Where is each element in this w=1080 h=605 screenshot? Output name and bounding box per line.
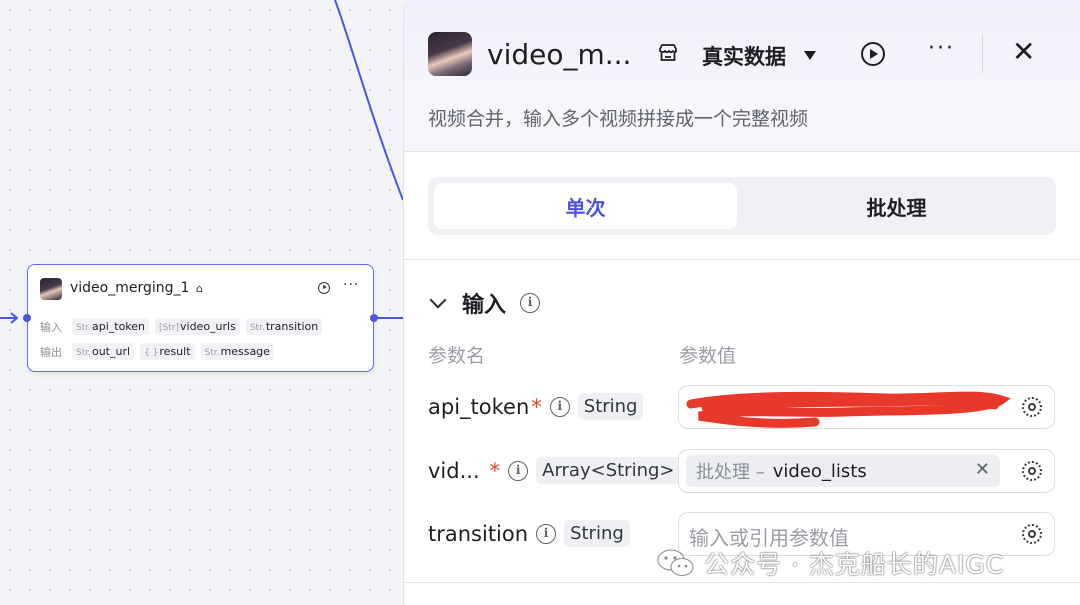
- divider: [404, 259, 1080, 260]
- section-title: 输入: [462, 293, 507, 318]
- chevron-down-icon[interactable]: [804, 51, 816, 60]
- node-input-port[interactable]: [23, 314, 31, 322]
- param-type-badge: String: [564, 520, 630, 547]
- watermark: 公众号 · 杰克船长的AIGC: [656, 545, 1004, 581]
- node-output-pill: Str.out_url: [72, 343, 135, 360]
- chevron-down-icon[interactable]: [429, 291, 447, 309]
- param-type-badge: Array<String>: [536, 457, 681, 484]
- param-name: api_token * i String: [428, 393, 644, 420]
- reference-prefix: 批处理 –: [696, 462, 765, 483]
- header-divider: [982, 35, 983, 73]
- remove-reference-icon[interactable]: ✕: [975, 459, 990, 480]
- input-section-header[interactable]: 输入 i: [428, 287, 541, 319]
- node-input-label: 输入: [40, 320, 62, 334]
- data-mode-select[interactable]: 真实数据: [702, 41, 786, 71]
- workflow-canvas[interactable]: video_merging_1 ⌂ ··· 输入 Str.api_token […: [0, 0, 1080, 605]
- panel-title: video_m...: [487, 38, 632, 71]
- node-input-pill: Str.transition: [245, 318, 323, 335]
- column-header-value: 参数值: [679, 345, 737, 367]
- divider: [404, 582, 1080, 583]
- node-more-icon[interactable]: ···: [343, 277, 359, 293]
- param-row-api-token: api_token * i String: [428, 385, 1056, 433]
- settings-gear-icon[interactable]: [1022, 397, 1042, 417]
- settings-gear-icon[interactable]: [1022, 524, 1042, 544]
- param-name: vid... * i Array<String>: [428, 457, 681, 484]
- panel-header: video_m... 真实数据 ··· ✕ 视频合并，输入多个视频拼接成一个完整…: [404, 0, 1080, 152]
- node-output-port[interactable]: [370, 314, 378, 322]
- more-icon[interactable]: ···: [928, 36, 955, 61]
- node-input-pill: [Str]video_urls: [155, 318, 240, 335]
- reference-tag[interactable]: 批处理 – video_lists ✕: [686, 455, 1000, 487]
- api-token-field[interactable]: [678, 385, 1055, 429]
- close-icon[interactable]: ✕: [1012, 38, 1035, 66]
- node-run-icon[interactable]: [318, 282, 330, 294]
- node-detail-panel: video_m... 真实数据 ··· ✕ 视频合并，输入多个视频拼接成一个完整…: [403, 0, 1080, 605]
- node-avatar: [40, 278, 62, 300]
- node-title: video_merging_1: [70, 280, 190, 296]
- node-video-merging[interactable]: video_merging_1 ⌂ ··· 输入 Str.api_token […: [27, 264, 374, 372]
- node-inputs-row: 输入 Str.api_token [Str]video_urls Str.tra…: [40, 318, 323, 335]
- panel-description: 视频合并，输入多个视频拼接成一个完整视频: [428, 108, 809, 130]
- param-name: transition i String: [428, 520, 630, 547]
- tab-single[interactable]: 单次: [434, 183, 737, 229]
- node-output-pill: { }result: [140, 343, 195, 360]
- edge-incoming-arrow: [10, 312, 19, 324]
- node-input-pill: Str.api_token: [72, 318, 150, 335]
- required-marker: *: [489, 458, 501, 483]
- watermark-text: 公众号 · 杰克船长的AIGC: [704, 550, 1005, 579]
- store-icon[interactable]: [657, 42, 679, 64]
- tab-batch[interactable]: 批处理: [743, 183, 1050, 229]
- param-row-video-urls: vid... * i Array<String> 批处理 – video_list…: [428, 449, 1056, 497]
- reference-value: video_lists: [772, 460, 867, 482]
- required-marker: *: [531, 394, 542, 419]
- panel-avatar: [428, 32, 472, 76]
- video-urls-field[interactable]: 批处理 – video_lists ✕: [678, 449, 1055, 493]
- info-icon[interactable]: i: [508, 460, 529, 481]
- store-icon: ⌂: [196, 282, 203, 295]
- node-output-label: 输出: [40, 345, 62, 359]
- redaction-scribble: [686, 391, 1011, 428]
- info-icon[interactable]: i: [536, 523, 557, 544]
- edge-to-next-node: [334, 0, 404, 201]
- node-outputs-row: 输出 Str.out_url { }result Str.message: [40, 343, 274, 360]
- settings-gear-icon[interactable]: [1022, 461, 1042, 481]
- param-type-badge: String: [577, 393, 644, 420]
- info-icon[interactable]: i: [549, 396, 570, 417]
- column-header-name: 参数名: [428, 345, 486, 367]
- run-icon[interactable]: [861, 42, 885, 66]
- node-output-pill: Str.message: [200, 343, 274, 360]
- run-mode-tabs: 单次 批处理: [428, 177, 1056, 235]
- wechat-icon: [657, 549, 694, 576]
- info-icon[interactable]: i: [520, 293, 541, 313]
